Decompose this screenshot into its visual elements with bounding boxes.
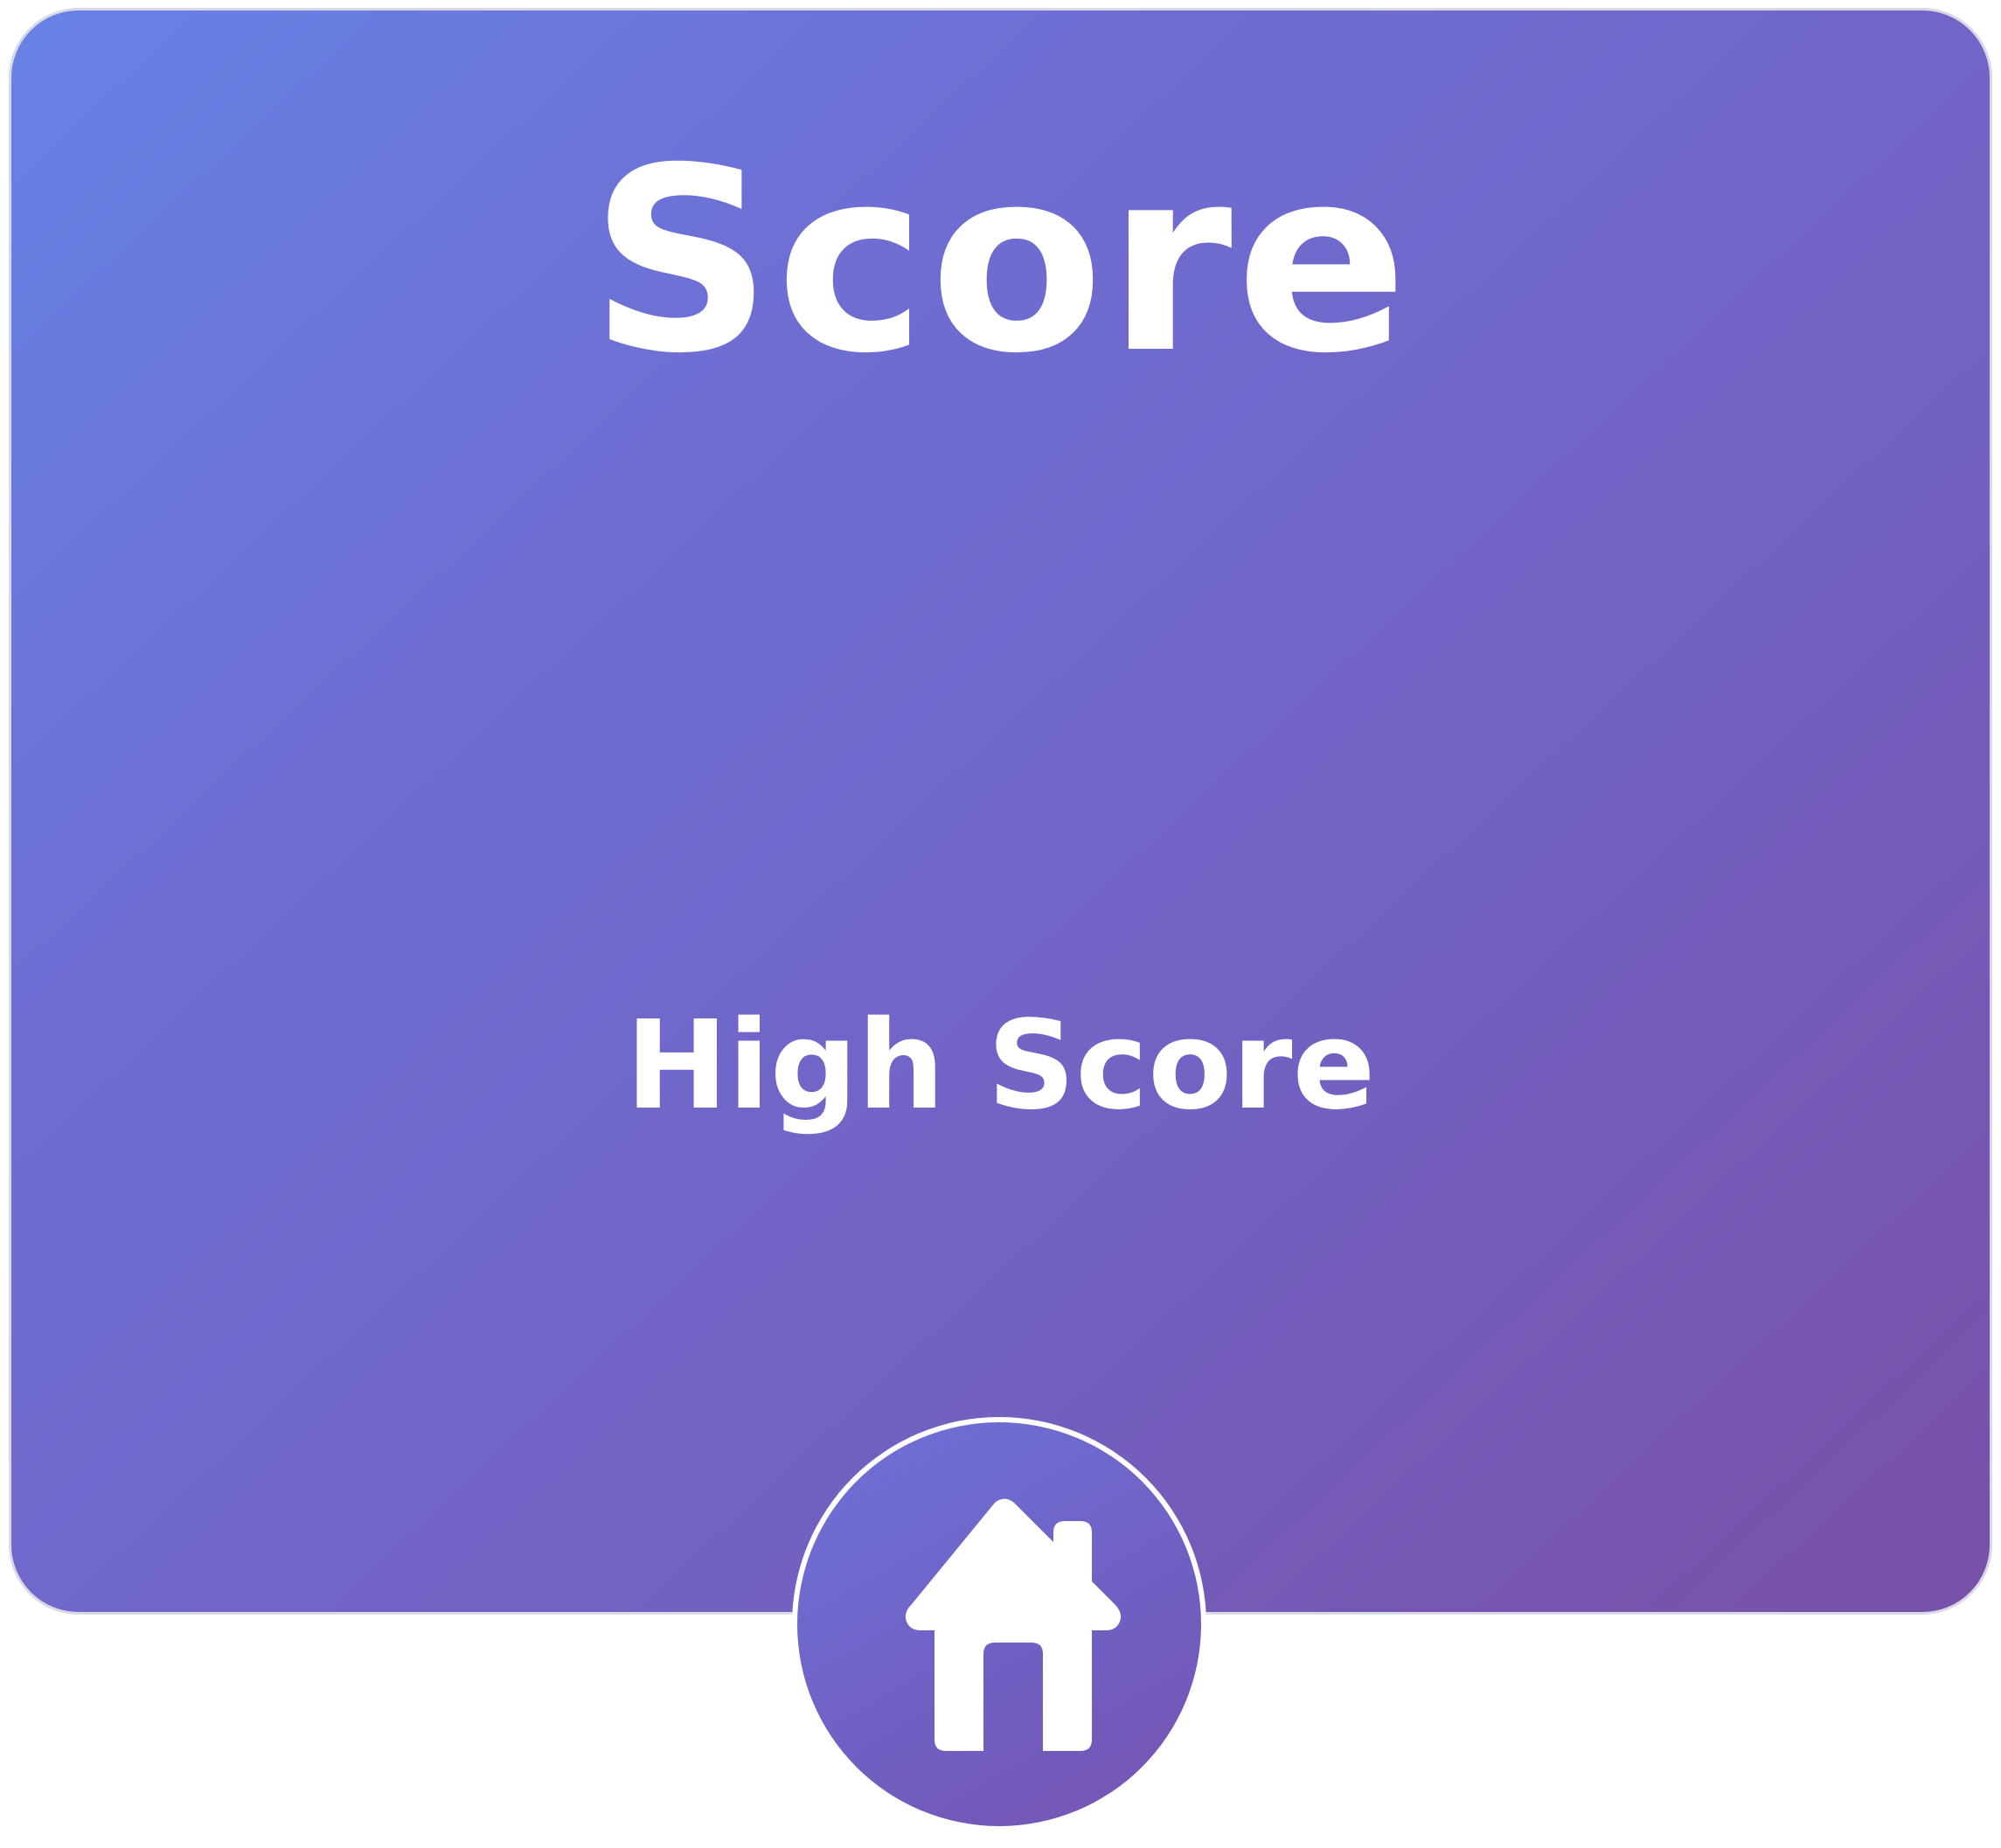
home-button[interactable] xyxy=(792,1417,1206,1831)
high-score-label: High Score xyxy=(625,995,1376,1137)
page-title: Score xyxy=(589,115,1412,409)
home-button-face[interactable] xyxy=(797,1422,1201,1826)
home-icon xyxy=(905,1498,1122,1751)
